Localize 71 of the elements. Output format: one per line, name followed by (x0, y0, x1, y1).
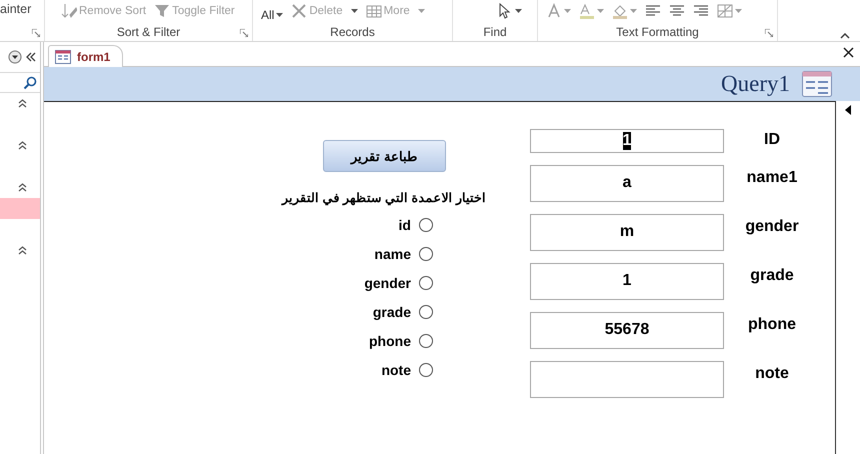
text-field[interactable]: m (530, 214, 724, 251)
ribbon-group-label: Text Formatting (615, 25, 700, 41)
caret-icon (735, 9, 742, 13)
print-report-button[interactable]: طباعة تقرير (322, 140, 446, 172)
ribbon-group-label: Records (329, 25, 376, 41)
refresh-all-button[interactable]: All (261, 8, 284, 22)
caret-icon (350, 9, 358, 13)
radio-button[interactable] (419, 334, 433, 348)
radio-button[interactable] (419, 362, 433, 376)
font-color-icon (546, 3, 562, 19)
field-label: note (754, 365, 790, 384)
radio-button[interactable] (419, 218, 433, 232)
document-tab[interactable]: form1 (48, 45, 124, 67)
radio-button[interactable] (419, 304, 433, 318)
collapse-pane-icon[interactable] (26, 52, 36, 62)
pointer-icon (497, 3, 513, 19)
grid-icon (366, 3, 382, 19)
field-value: 1 (622, 272, 632, 290)
x-icon (291, 3, 308, 19)
ribbon-group-label: Find (482, 25, 508, 41)
field-label: ID (763, 131, 781, 150)
option-label: phone (369, 332, 411, 348)
field-value: m (620, 223, 634, 241)
option-label: name (374, 246, 411, 262)
radio-button[interactable] (419, 246, 433, 260)
record-selector-icon (845, 105, 851, 115)
dropdown-icon[interactable] (8, 50, 22, 64)
form-icon (55, 50, 71, 64)
form-title: Query1 (721, 71, 790, 97)
option-label: note (381, 362, 411, 378)
field-label: name1 (746, 169, 798, 188)
ribbon-icon-button[interactable] (497, 3, 522, 19)
dialog-launcher-icon[interactable] (765, 29, 773, 37)
field-value: 55678 (604, 321, 650, 339)
option-label: gender (364, 274, 411, 290)
dialog-launcher-icon[interactable] (32, 29, 40, 37)
caret-icon (564, 9, 571, 13)
field-label: grade (749, 267, 795, 286)
text-field[interactable]: 55678 (530, 312, 724, 349)
gridlines-icon (717, 3, 733, 19)
dialog-launcher-icon[interactable] (240, 29, 248, 37)
text-field[interactable] (530, 361, 724, 398)
text-field[interactable]: 1 (530, 263, 724, 300)
form-icon (802, 71, 832, 97)
collapse-group-icon[interactable] (18, 141, 26, 150)
column-chooser-title: اختيار الاعمدة التي ستظهر في التقرير (282, 190, 486, 205)
caret-icon (418, 9, 425, 13)
caret-icon (630, 9, 637, 13)
option-label: id (398, 216, 411, 232)
sort-icon (61, 3, 77, 19)
caret-icon (515, 9, 522, 13)
field-value: a (622, 174, 632, 192)
field-label: gender (744, 218, 800, 237)
option-label: grade (372, 304, 411, 320)
field-value: 1 (622, 132, 632, 150)
text-field[interactable]: 1 (530, 129, 724, 153)
collapse-ribbon-icon[interactable] (840, 33, 850, 39)
collapse-group-icon[interactable] (18, 183, 26, 192)
field-label: phone (747, 316, 797, 335)
text-field[interactable]: a (530, 165, 724, 202)
ribbon-group-label: Sort & Filter (116, 25, 182, 41)
fill-color-icon (612, 3, 628, 19)
collapse-group-icon[interactable] (18, 246, 26, 255)
funnel-icon (154, 3, 170, 19)
search-icon[interactable] (23, 76, 37, 90)
caret-icon (597, 9, 604, 13)
caret-icon (276, 13, 284, 17)
collapse-group-icon[interactable] (18, 99, 26, 108)
ribbon-label: ainter (0, 2, 32, 16)
highlight-icon (579, 3, 595, 19)
radio-button[interactable] (419, 276, 433, 290)
